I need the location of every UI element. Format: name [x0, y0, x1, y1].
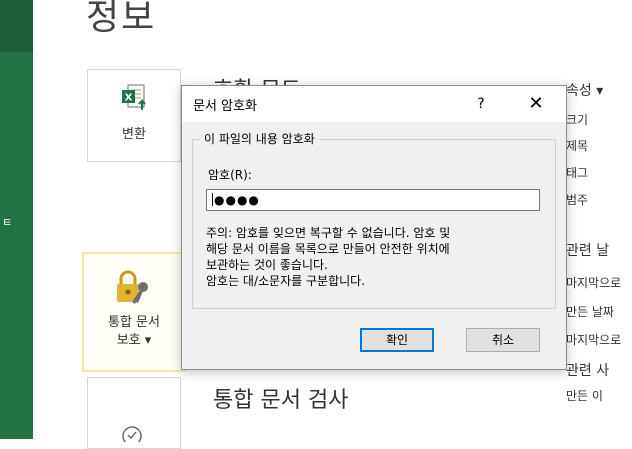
prop-category: 범주: [566, 193, 589, 207]
note-line: 해당 문서 이름을 목록으로 만들어 안전한 위치에: [206, 242, 450, 256]
dialog-titlebar[interactable]: 문서 암호화 ? ✕: [182, 86, 566, 122]
help-button[interactable]: ?: [468, 93, 494, 115]
date-last-modified: 마지막으로: [566, 276, 622, 290]
password-input[interactable]: ●●●●: [206, 189, 540, 211]
related-dates-header: 관련 날: [566, 243, 610, 259]
convert-button[interactable]: X 변환: [87, 69, 181, 162]
prop-size: 크기: [566, 113, 589, 127]
cancel-button[interactable]: 취소: [466, 328, 540, 352]
protect-workbook-button[interactable]: 통합 문서 보호 ▾: [82, 252, 186, 372]
ok-button[interactable]: 확인: [360, 328, 434, 352]
convert-label: 변환: [122, 127, 146, 142]
password-value: ●●●●: [214, 193, 260, 207]
backstage-sidebar: ㅌ: [0, 0, 33, 439]
protect-label-line1: 통합 문서: [108, 315, 160, 330]
inspect-workbook-button[interactable]: [87, 377, 181, 449]
inspect-icon: [122, 426, 142, 442]
date-created: 만든 날짜: [566, 305, 614, 319]
related-people-header: 관련 사: [566, 363, 610, 379]
dialog-title: 문서 암호화: [193, 99, 257, 114]
password-label: 암호(R):: [208, 168, 252, 182]
encrypt-document-dialog: 문서 암호화 ? ✕ 이 파일의 내용 암호화 암호(R): ●●●● 주의: …: [181, 85, 567, 370]
note-line: 암호는 대/소문자를 구분합니다.: [206, 274, 366, 288]
note-line: 보관하는 것이 좋습니다.: [206, 258, 328, 272]
sidebar-selected-item[interactable]: [0, 0, 33, 52]
inspect-title: 통합 문서 검사: [213, 388, 349, 413]
date-last-printed: 마지막으로: [566, 333, 622, 347]
note-line: 주의: 암호를 잊으면 복구할 수 없습니다. 암호 및: [206, 226, 451, 240]
close-icon[interactable]: ✕: [518, 91, 554, 117]
creator-label: 만든 이: [566, 389, 603, 403]
page-title: 정보: [86, 0, 157, 38]
properties-header[interactable]: 속성 ▾: [566, 80, 603, 100]
prop-tags: 태그: [566, 166, 589, 180]
protect-label-line2: 보호 ▾: [116, 333, 152, 348]
excel-convert-icon: X: [122, 84, 146, 110]
lock-key-icon: [117, 270, 148, 304]
prop-title: 제목: [566, 139, 589, 153]
svg-text:X: X: [125, 93, 133, 104]
password-note: 주의: 암호를 잊으면 복구할 수 없습니다. 암호 및 해당 문서 이름을 목…: [206, 225, 546, 289]
sidebar-item-fragment[interactable]: ㅌ: [2, 214, 12, 230]
text-caret: [212, 193, 213, 206]
encrypt-group-label: 이 파일의 내용 암호화: [200, 130, 319, 147]
